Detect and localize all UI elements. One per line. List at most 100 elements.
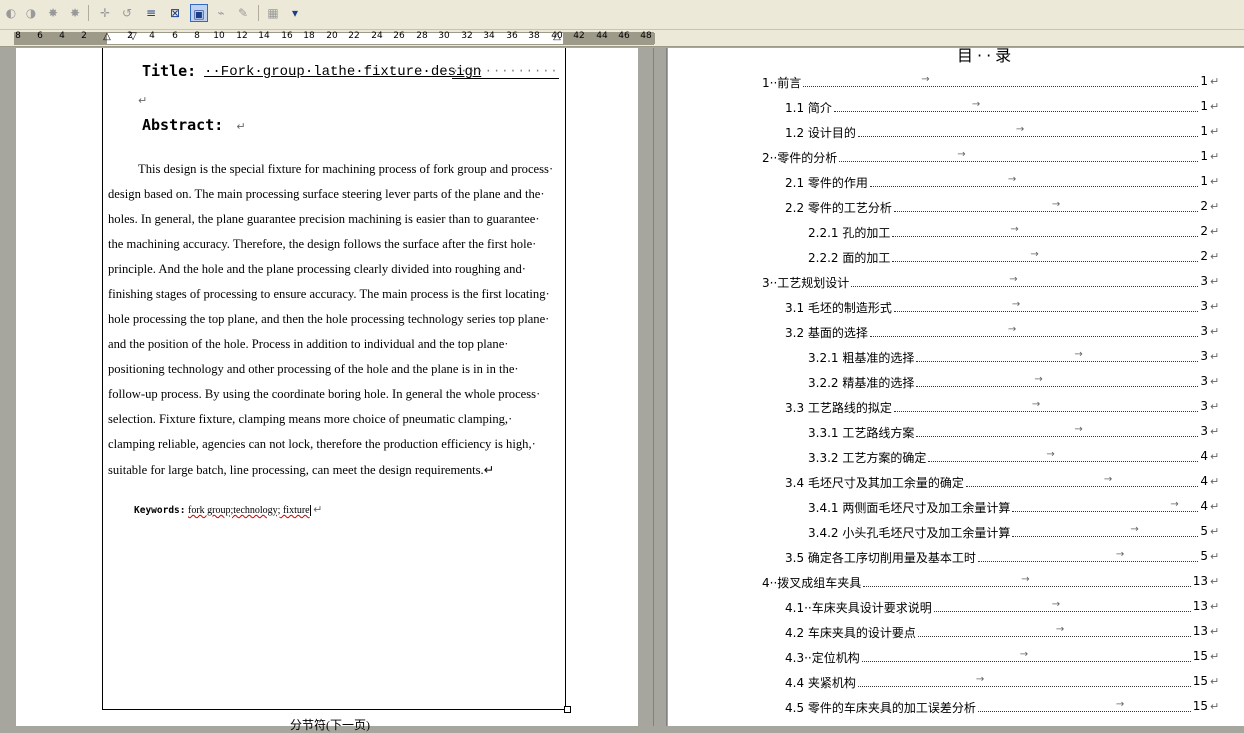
abstract-line: the machining accuracy. Therefore, the d… xyxy=(108,237,537,251)
tool-reset-icon[interactable]: ↺ xyxy=(118,4,136,22)
ruler-number: 32 xyxy=(461,31,473,41)
tool-pencil-icon[interactable]: ✎ xyxy=(234,4,252,22)
toc-entry[interactable]: 3.2.1 粗基准的选择 3 → xyxy=(808,349,1208,367)
toc-entry[interactable]: 3.1 毛坯的制造形式 3 → xyxy=(785,299,1208,317)
toc-entry-label: 2.2.2 面的加工 xyxy=(808,251,891,265)
abstract-line: finishing stages of processing to ensure… xyxy=(108,287,550,301)
toc-entry-page: 4 xyxy=(1200,499,1208,513)
toc-entry-label: 3.2.2 精基准的选择 xyxy=(808,376,915,390)
toc-entry[interactable]: 2··零件的分析 1 → xyxy=(762,149,1208,167)
toc-entry-page: 1 xyxy=(1200,174,1208,188)
tab-arrow-icon: → xyxy=(1103,474,1113,485)
toc-leader-dots xyxy=(857,136,1199,137)
tool-lines-icon[interactable]: ≡ xyxy=(142,4,160,22)
ruler-number: 2 xyxy=(81,31,87,41)
horizontal-ruler[interactable]: 8 6 4 2 2 4 6 8 10 12 14 16 18 20 22 24 26 28 30 32 34 36 38 40… xyxy=(0,30,1244,47)
paragraph-mark: ↵ xyxy=(1210,625,1220,638)
abstract-line: This design is the special fixture for m… xyxy=(138,162,554,176)
tab-arrow-icon: → xyxy=(957,149,966,160)
toc-entry[interactable]: 1··前言 1 → xyxy=(762,74,1208,92)
paragraph-mark: ↵ xyxy=(1210,475,1220,488)
tool-format-picture-icon[interactable]: ▣ xyxy=(190,4,208,22)
toc-entry-label: 3.2 基面的选择 xyxy=(785,326,868,340)
toc-entry[interactable]: 2.2 零件的工艺分析 2 → xyxy=(785,199,1208,217)
toc-entry[interactable]: 2.1 零件的作用 1 → xyxy=(785,174,1208,192)
toc-entry-page: 13 xyxy=(1192,574,1208,588)
paragraph-mark: ↵ xyxy=(1210,325,1220,338)
toc-entry-page: 4 xyxy=(1200,474,1208,488)
toc-entry[interactable]: 3.3.1 工艺路线方案 3 → xyxy=(808,424,1208,442)
toc-entry[interactable]: 4.2 车床夹具的设计要点 13 → xyxy=(785,624,1208,642)
toc-entry[interactable]: 1.1 简介 1 → xyxy=(785,99,1208,117)
toc-entry[interactable]: 4.4 夹紧机构 15 → xyxy=(785,674,1208,692)
tool-star1-icon[interactable]: ✸ xyxy=(44,4,62,22)
ruler-number: 44 xyxy=(596,31,608,41)
paragraph-mark: ↵ xyxy=(1210,250,1220,263)
toc-entry-page: 3 xyxy=(1200,274,1208,288)
paragraph-mark: ↵ xyxy=(1210,500,1220,513)
toc-leader-dots xyxy=(893,311,1199,312)
resize-handle[interactable] xyxy=(564,706,571,713)
toc-entry-page: 1 xyxy=(1200,74,1208,88)
toc-entry-label: 3.4 毛坯尺寸及其加工余量的确定 xyxy=(785,476,964,490)
toc-entry-label: 1.1 简介 xyxy=(785,101,832,115)
abstract-line: selection. Fixture fixture, clamping mea… xyxy=(108,412,513,426)
tool-wrap-icon[interactable]: ▦ xyxy=(264,4,282,22)
toc-leader-dots xyxy=(892,261,1199,262)
title-text[interactable]: ··Fork·group·lathe·fixture·design xyxy=(204,64,481,80)
toc-entry[interactable]: 4.3··定位机构 15 → xyxy=(785,649,1208,667)
toc-entry-label: 2··零件的分析 xyxy=(762,151,838,165)
first-line-indent-marker-icon[interactable]: ▽ xyxy=(128,31,138,45)
keywords-line[interactable]: Keywords: fork group;technology; fixture… xyxy=(134,503,322,517)
toc-leader-dots xyxy=(857,686,1191,687)
ruler-number: 12 xyxy=(236,31,248,41)
paragraph-mark: ↵ xyxy=(1210,675,1220,688)
toc-entry-label: 3.4.2 小头孔毛坯尺寸及加工余量计算 xyxy=(808,526,1011,540)
toc-entry-page: 13 xyxy=(1192,624,1208,638)
toc-entry[interactable]: 3.3 工艺路线的拟定 3 → xyxy=(785,399,1208,417)
tool-crop-icon[interactable]: ⊠ xyxy=(166,4,184,22)
tool-star2-icon[interactable]: ✸ xyxy=(66,4,84,22)
left-indent-marker-icon[interactable]: △ xyxy=(102,31,112,45)
paragraph-mark: ↵ xyxy=(1210,600,1220,613)
tool-crosshair-icon[interactable]: ✛ xyxy=(96,4,114,22)
toc-entry-page: 4 xyxy=(1200,449,1208,463)
toc-entry[interactable]: 3.2.2 精基准的选择 3 → xyxy=(808,374,1208,392)
toc-entry[interactable]: 4.1··车床夹具设计要求说明 13 → xyxy=(785,599,1208,617)
toc-entry[interactable]: 3··工艺规划设计 3 → xyxy=(762,274,1208,292)
toc-heading: 目··录 xyxy=(957,46,1016,65)
abstract-line: hole processing the top plane, and then … xyxy=(108,312,550,326)
toc-entry-page: 13 xyxy=(1192,599,1208,613)
toc-entry[interactable]: 3.5 确定各工序切削用量及基本工时 5 → xyxy=(785,549,1208,567)
toc-entry[interactable]: 3.4 毛坯尺寸及其加工余量的确定 4 → xyxy=(785,474,1208,492)
tool-back-icon[interactable]: ◐ xyxy=(2,4,20,22)
left-gutter xyxy=(0,48,16,726)
tab-arrow-icon: → xyxy=(1019,649,1029,660)
toc-entry[interactable]: 3.4.1 两侧面毛坯尺寸及加工余量计算 4 → xyxy=(808,499,1208,517)
paragraph-mark: ↵ xyxy=(1210,525,1220,538)
toc-leader-dots xyxy=(928,461,1199,462)
tool-transparency-icon[interactable]: ⌁ xyxy=(212,4,230,22)
toc-entry[interactable]: 1.2 设计目的 1 → xyxy=(785,124,1208,142)
toc-entry[interactable]: 3.4.2 小头孔毛坯尺寸及加工余量计算 5 → xyxy=(808,524,1208,542)
tool-forward-icon[interactable]: ◑ xyxy=(22,4,40,22)
right-indent-marker-icon[interactable]: △ xyxy=(552,31,562,45)
tool-more-icon[interactable]: ▾ xyxy=(286,4,304,22)
text-caret xyxy=(309,505,311,517)
toc-entry[interactable]: 4.5 零件的车床夹具的加工误差分析 15 → xyxy=(785,699,1208,717)
ruler-number: 48 xyxy=(640,31,652,41)
toc-entry[interactable]: 3.3.2 工艺方案的确定 4 → xyxy=(808,449,1208,467)
paragraph-mark: ↵ xyxy=(1210,650,1220,663)
pane-splitter[interactable] xyxy=(653,48,667,726)
toc-entry[interactable]: 2.2.1 孔的加工 2 → xyxy=(808,224,1208,242)
paragraph-mark: ↵ xyxy=(1210,275,1220,288)
paragraph-mark: ↵ xyxy=(1210,575,1220,588)
toc-entry[interactable]: 2.2.2 面的加工 2 → xyxy=(808,249,1208,267)
toc-entry[interactable]: 3.2 基面的选择 3 → xyxy=(785,324,1208,342)
tab-arrow-icon: → xyxy=(921,74,930,85)
page-body-frame[interactable] xyxy=(102,48,566,710)
toc-entry-page: 2 xyxy=(1200,224,1208,238)
toc-leader-dots xyxy=(851,286,1199,287)
toc-entry-page: 3 xyxy=(1200,324,1208,338)
toc-entry[interactable]: 4··拨叉成组车夹具 13 → xyxy=(762,574,1208,592)
